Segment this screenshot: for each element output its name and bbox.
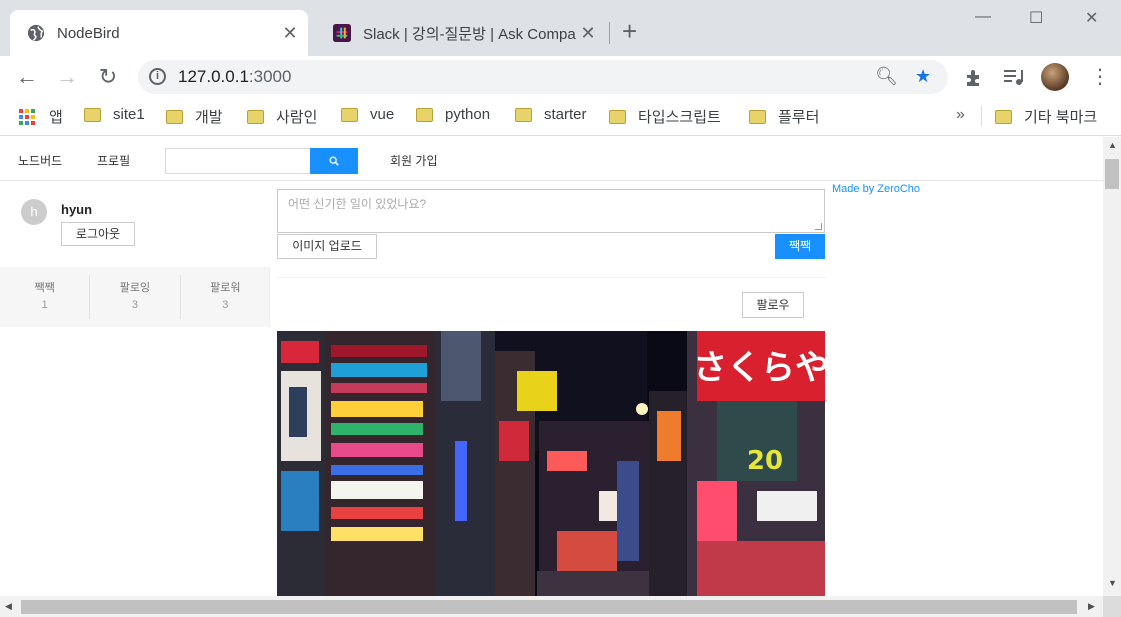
- folder-icon: [84, 107, 101, 122]
- address-bar[interactable]: i 127.0.0.1:3000 🔍︎ ★: [138, 60, 948, 94]
- tab-title: Slack | 강의-질문방 | Ask Compa: [363, 25, 576, 43]
- post-card-header: 팔로우: [277, 277, 825, 327]
- site-info-icon[interactable]: i: [149, 68, 166, 85]
- post-image[interactable]: さくらや 20: [277, 331, 825, 596]
- bookmark-flutter[interactable]: 플루터: [749, 106, 819, 127]
- tab-strip: NodeBird ✕ Slack | 강의-질문방 | Ask Compa ✕ …: [0, 0, 1121, 56]
- stat-value: 3: [131, 299, 139, 311]
- image-upload-button[interactable]: 이미지 업로드: [277, 234, 377, 259]
- scroll-up-icon[interactable]: ▲: [1108, 140, 1117, 150]
- window-close-icon[interactable]: ✕: [1085, 8, 1098, 28]
- scroll-right-icon[interactable]: ▶: [1088, 601, 1095, 612]
- slack-icon: [333, 24, 351, 42]
- stat-following[interactable]: 팔로잉 3: [90, 275, 181, 319]
- close-tab-icon[interactable]: ✕: [278, 23, 302, 44]
- stat-value: 1: [41, 299, 48, 311]
- bookmark-site1[interactable]: site1: [84, 106, 145, 123]
- resize-grip-icon[interactable]: [815, 223, 822, 230]
- reload-icon[interactable]: ↻: [95, 64, 121, 90]
- folder-icon: [166, 109, 183, 124]
- bookmark-vue[interactable]: vue: [341, 106, 394, 123]
- chrome-menu-icon[interactable]: ⋮: [1090, 64, 1110, 89]
- back-icon[interactable]: ←: [14, 64, 40, 90]
- bookmark-apps[interactable]: 앱: [19, 106, 63, 127]
- made-by-link[interactable]: Made by ZeroCho: [832, 183, 920, 195]
- tab-slack[interactable]: Slack | 강의-질문방 | Ask Compa ✕: [316, 10, 606, 56]
- search-input[interactable]: [165, 148, 311, 174]
- scroll-down-icon[interactable]: ▼: [1108, 578, 1117, 588]
- tab-title: NodeBird: [57, 24, 120, 42]
- forward-icon[interactable]: →: [54, 64, 80, 90]
- folder-icon: [749, 109, 766, 124]
- page-viewport: 노드버드 프로필 회원 가입 h hyun 로그아웃 짹짹 1 팔로잉 3 팔로…: [0, 137, 1103, 596]
- minimize-icon[interactable]: —: [975, 8, 991, 26]
- user-nickname: hyun: [61, 202, 93, 217]
- logout-button[interactable]: 로그아웃: [61, 222, 135, 246]
- stat-label: 팔로워: [210, 282, 241, 294]
- folder-icon: [416, 107, 433, 122]
- close-tab-icon[interactable]: ✕: [576, 23, 600, 44]
- bookmark-dev[interactable]: 개발: [166, 106, 223, 127]
- post-textarea[interactable]: 어떤 신기한 일이 있었나요?: [277, 189, 825, 233]
- horizontal-scroll-thumb[interactable]: [21, 600, 1077, 614]
- folder-icon: [341, 107, 358, 122]
- search-button[interactable]: [310, 148, 358, 174]
- apps-grid-icon: [19, 108, 35, 125]
- bookmarks-divider: [981, 106, 982, 126]
- url-text[interactable]: 127.0.0.1:3000: [178, 67, 291, 87]
- post-placeholder: 어떤 신기한 일이 있었나요?: [288, 197, 427, 211]
- zoom-icon[interactable]: 🔍︎: [875, 66, 898, 87]
- menu-home[interactable]: 노드버드: [18, 152, 62, 169]
- bookmark-saramin[interactable]: 사람인: [247, 106, 317, 127]
- user-card-header: h hyun 로그아웃: [0, 181, 270, 267]
- user-profile-card: h hyun 로그아웃 짹짹 1 팔로잉 3 팔로워 3: [0, 181, 270, 327]
- city-night-photo: さくらや 20: [277, 331, 825, 596]
- bookmark-starter[interactable]: starter: [515, 106, 587, 123]
- stat-value: 3: [222, 299, 229, 311]
- bookmark-python[interactable]: python: [416, 106, 490, 123]
- image-number-text: 20: [747, 446, 783, 476]
- bookmark-typescript[interactable]: 타입스크립트: [609, 106, 721, 127]
- menu-profile[interactable]: 프로필: [97, 152, 130, 169]
- folder-icon: [995, 109, 1012, 124]
- user-stats: 짹짹 1 팔로잉 3 팔로워 3: [0, 275, 270, 319]
- maximize-icon[interactable]: ☐: [1029, 8, 1043, 28]
- top-menu: 노드버드 프로필 회원 가입: [0, 137, 1103, 181]
- stat-label: 팔로잉: [119, 282, 151, 294]
- search-icon: [329, 156, 339, 166]
- stat-label: 짹짹: [34, 282, 55, 294]
- globe-icon: [27, 24, 45, 42]
- user-avatar: h: [21, 199, 47, 225]
- media-control-icon[interactable]: [1004, 68, 1024, 86]
- tab-nodebird[interactable]: NodeBird ✕: [10, 10, 308, 56]
- image-sign-text: さくらや: [693, 348, 825, 388]
- follow-button[interactable]: 팔로우: [742, 292, 804, 318]
- browser-toolbar: ← → ↻ i 127.0.0.1:3000 🔍︎ ★ ⋮: [0, 56, 1121, 98]
- bookmarks-bar: 앱 site1 개발 사람인 vue python starter 타입스크립트…: [0, 98, 1121, 136]
- profile-avatar[interactable]: [1041, 63, 1069, 91]
- extensions-icon[interactable]: [964, 68, 984, 88]
- folder-icon: [247, 109, 264, 124]
- vertical-scrollbar[interactable]: ▲ ▼: [1103, 137, 1121, 596]
- bookmarks-overflow-icon[interactable]: »: [956, 106, 965, 124]
- vertical-scroll-thumb[interactable]: [1105, 159, 1119, 189]
- folder-icon: [609, 109, 626, 124]
- horizontal-scrollbar[interactable]: ◀ ▶: [0, 596, 1103, 617]
- scrollbar-corner: [1103, 596, 1121, 617]
- bookmark-other[interactable]: 기타 북마크: [995, 106, 1097, 127]
- scroll-left-icon[interactable]: ◀: [5, 601, 12, 612]
- bookmark-star-icon[interactable]: ★: [915, 66, 931, 87]
- folder-icon: [515, 107, 532, 122]
- post-submit-button[interactable]: 짹짹: [775, 234, 825, 259]
- menu-signup[interactable]: 회원 가입: [390, 152, 438, 169]
- new-tab-icon[interactable]: +: [622, 18, 637, 44]
- tab-divider: [609, 22, 610, 44]
- stat-followers[interactable]: 팔로워 3: [181, 275, 270, 319]
- stat-posts[interactable]: 짹짹 1: [0, 275, 91, 319]
